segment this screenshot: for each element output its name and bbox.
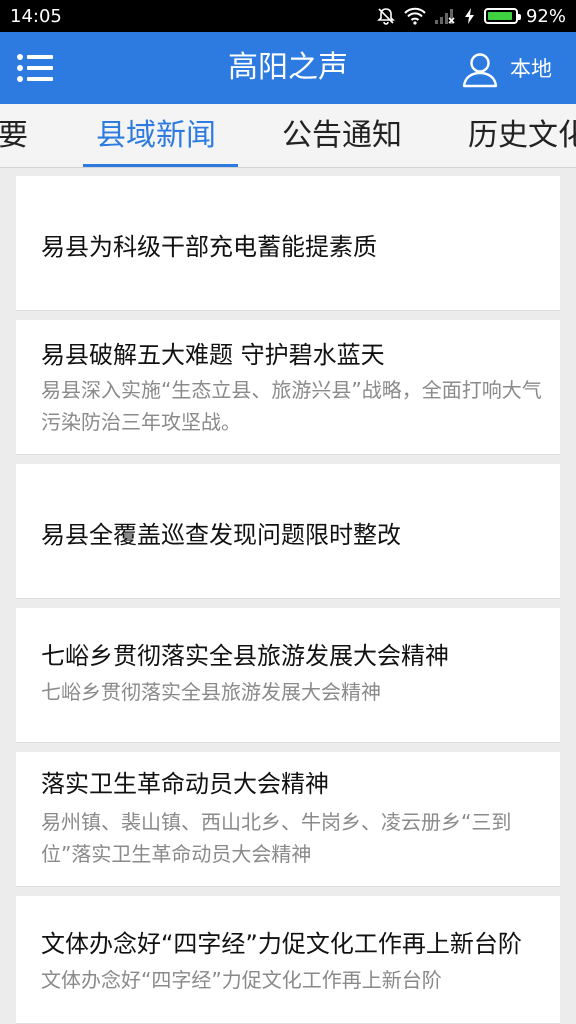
tab-announcements[interactable]: 公告通知 — [282, 104, 402, 167]
tab-summary[interactable]: 摘要 — [0, 104, 28, 167]
app-bar: 高阳之声 本地 — [0, 32, 576, 104]
battery-percent: 92% — [525, 5, 566, 27]
signal-no-sim-icon — [434, 7, 456, 25]
battery-icon — [483, 8, 521, 24]
user-icon — [462, 53, 498, 88]
tab-history-culture[interactable]: 历史文化 — [468, 104, 576, 167]
news-summary: 易县深入实施“生态立县、旅游兴县”战略，全面打响大气污染防治三年攻坚战。 — [41, 378, 542, 434]
tab-county-news[interactable]: 县域新闻 — [96, 104, 216, 167]
news-item[interactable]: 易县全覆盖巡查发现问题限时整改 — [16, 464, 560, 599]
news-item[interactable]: 文体办念好“四字经”力促文化工作再上新台阶 文体办念好“四字经”力促文化工作再上… — [16, 896, 560, 1024]
news-title: 文体办念好“四字经”力促文化工作再上新台阶 — [41, 930, 522, 958]
wifi-icon — [404, 7, 426, 25]
news-title: 易县全覆盖巡查发现问题限时整改 — [41, 521, 401, 549]
news-summary: 文体办念好“四字经”力促文化工作再上新台阶 — [41, 968, 442, 992]
news-item[interactable]: 七峪乡贯彻落实全县旅游发展大会精神 七峪乡贯彻落实全县旅游发展大会精神 — [16, 608, 560, 743]
status-bar: 14:05 92% — [0, 0, 576, 32]
status-time: 14:05 — [10, 5, 62, 27]
local-button[interactable]: 本地 — [510, 54, 552, 84]
news-title: 落实卫生革命动员大会精神 — [41, 770, 329, 798]
list-menu-icon — [17, 54, 53, 82]
charging-icon — [464, 7, 476, 25]
news-title: 易县为科级干部充电蓄能提素质 — [41, 233, 377, 261]
news-title: 七峪乡贯彻落实全县旅游发展大会精神 — [41, 642, 449, 670]
status-icons: 92% — [376, 6, 566, 27]
news-summary: 七峪乡贯彻落实全县旅游发展大会精神 — [41, 680, 381, 704]
bell-off-icon — [376, 6, 396, 26]
tab-indicator — [83, 164, 238, 167]
news-summary: 易州镇、裴山镇、西山北乡、牛岗乡、凌云册乡“三到位”落实卫生革命动员大会精神 — [41, 810, 512, 866]
user-button[interactable] — [460, 50, 500, 90]
menu-button[interactable] — [16, 52, 56, 84]
news-item[interactable]: 易县破解五大难题 守护碧水蓝天 易县深入实施“生态立县、旅游兴县”战略，全面打响… — [16, 320, 560, 455]
news-title: 易县破解五大难题 守护碧水蓝天 — [41, 341, 385, 369]
news-item[interactable]: 易县为科级干部充电蓄能提素质 — [16, 176, 560, 311]
news-item[interactable]: 落实卫生革命动员大会精神 易州镇、裴山镇、西山北乡、牛岗乡、凌云册乡“三到位”落… — [16, 752, 560, 887]
tab-bar: 摘要 县域新闻 公告通知 历史文化 — [0, 104, 576, 168]
